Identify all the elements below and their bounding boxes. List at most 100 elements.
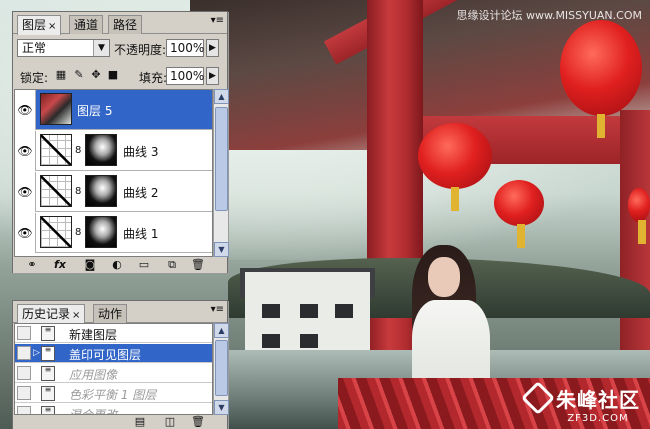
window — [262, 334, 280, 348]
tab-layers[interactable]: 图层 × — [17, 15, 62, 35]
layer-mask-thumbnail[interactable] — [85, 175, 117, 207]
window — [262, 304, 280, 318]
tab-actions[interactable]: 动作 — [93, 304, 128, 323]
trash-icon[interactable]: 🗑 — [191, 258, 205, 271]
chain-link-icon[interactable]: 8 — [75, 145, 81, 156]
opacity-input[interactable]: 100% — [166, 39, 204, 57]
snapshot-icon[interactable]: ◫ — [163, 415, 177, 428]
curves-adjustment-icon — [40, 134, 72, 166]
history-step-icon: ≡ — [41, 366, 55, 381]
lantern — [628, 188, 650, 244]
history-item-selected[interactable]: ▷ ≡ 盖印可见图层 — [15, 344, 212, 363]
close-icon[interactable]: × — [48, 21, 56, 32]
eye-icon[interactable]: 👁 — [15, 131, 36, 171]
lock-transparency-icon[interactable]: ▦ — [55, 69, 67, 81]
scroll-thumb[interactable] — [215, 340, 228, 396]
tab-label: 动作 — [98, 307, 123, 321]
layer-row-curves3[interactable]: 👁 8 曲线 3 — [15, 131, 212, 171]
snapshot-source-checkbox[interactable] — [17, 406, 31, 414]
history-footer: ▤ ◫ 🗑 — [13, 415, 227, 429]
watermark-top: 思缘设计论坛 www.MISSYUAN.COM — [456, 9, 642, 22]
fx-icon[interactable]: fx — [53, 258, 67, 271]
scroll-down-icon[interactable]: ▼ — [214, 400, 229, 415]
trash-icon[interactable]: 🗑 — [191, 415, 205, 428]
fill-input[interactable]: 100% — [166, 67, 204, 85]
blend-mode-select[interactable]: 正常 ▼ — [17, 39, 110, 57]
layer-name: 曲线 3 — [123, 145, 159, 159]
history-step-icon: ≡ — [41, 326, 55, 341]
layers-scrollbar[interactable]: ▲ ▼ — [213, 89, 229, 257]
blend-mode-value: 正常 — [22, 41, 47, 55]
snapshot-source-checkbox[interactable] — [17, 366, 31, 380]
fill-slider-toggle[interactable]: ▶ — [206, 67, 219, 85]
window — [300, 334, 318, 348]
scroll-up-icon[interactable]: ▲ — [214, 89, 229, 104]
layers-list: 👁 图层 5 👁 8 曲线 3 👁 8 曲线 2 👁 8 曲线 1 — [14, 89, 213, 257]
curves-adjustment-icon — [40, 216, 72, 248]
tab-paths[interactable]: 路径 — [108, 15, 143, 34]
panel-menu-icon[interactable]: ▾≡ — [211, 304, 224, 315]
eye-icon[interactable]: 👁 — [15, 90, 36, 130]
lantern — [418, 123, 492, 211]
layer-row-curves2[interactable]: 👁 8 曲线 2 — [15, 172, 212, 212]
opacity-slider-toggle[interactable]: ▶ — [206, 39, 219, 57]
new-document-icon[interactable]: ▤ — [133, 415, 147, 428]
chain-link-icon[interactable]: 8 — [75, 227, 81, 238]
close-icon[interactable]: × — [72, 310, 80, 321]
tab-label: 路径 — [113, 18, 138, 32]
lock-pixels-icon[interactable]: ✎ — [73, 69, 85, 81]
panel-menu-icon[interactable]: ▾≡ — [211, 15, 224, 26]
model-face — [428, 257, 460, 297]
new-group-icon[interactable]: ▭ — [137, 258, 151, 271]
tab-label: 通道 — [74, 18, 99, 32]
scroll-thumb[interactable] — [215, 107, 228, 211]
chain-link-icon[interactable]: 8 — [75, 186, 81, 197]
history-label: 新建图层 — [69, 328, 118, 342]
layer-name: 曲线 2 — [123, 186, 159, 200]
tab-label: 图层 — [22, 18, 47, 32]
layer-row-curves1[interactable]: 👁 8 曲线 1 — [15, 213, 212, 253]
tab-channels[interactable]: 通道 — [69, 15, 104, 34]
history-step-icon: ≡ — [41, 406, 55, 414]
layers-footer: ⚭ fx ◙ ◐ ▭ ⧉ 🗑 — [13, 257, 227, 273]
layer-name: 图层 5 — [77, 104, 113, 118]
link-layers-icon[interactable]: ⚭ — [25, 258, 39, 271]
history-item[interactable]: ≡ 新建图层 — [15, 324, 212, 343]
lantern — [494, 180, 544, 248]
scroll-up-icon[interactable]: ▲ — [214, 323, 229, 338]
lantern — [560, 20, 642, 138]
eye-icon[interactable]: 👁 — [15, 213, 36, 253]
eye-icon[interactable]: 👁 — [15, 172, 36, 212]
layer-mask-thumbnail[interactable] — [85, 134, 117, 166]
history-panel: 历史记录 × 动作 ▾≡ ≡ 新建图层 ▷ ≡ 盖印可见图层 ≡ 应用图像 ≡ 色… — [12, 300, 229, 429]
lock-label: 锁定: — [20, 71, 49, 85]
chevron-down-icon: ▼ — [93, 40, 109, 56]
tab-history[interactable]: 历史记录 × — [17, 304, 86, 324]
lock-position-icon[interactable]: ✥ — [90, 69, 102, 81]
lock-all-icon[interactable]: ■ — [107, 69, 119, 81]
history-scrollbar[interactable]: ▲ ▼ — [213, 323, 229, 415]
history-label: 盖印可见图层 — [69, 348, 142, 362]
history-label: 混合更改 — [69, 408, 118, 415]
adjustment-layer-icon[interactable]: ◐ — [110, 258, 124, 271]
layer-mask-thumbnail[interactable] — [85, 216, 117, 248]
history-item[interactable]: ≡ 混合更改 — [15, 404, 212, 415]
history-step-icon: ≡ — [41, 386, 55, 401]
tab-label: 历史记录 — [22, 307, 71, 321]
history-item[interactable]: ≡ 应用图像 — [15, 364, 212, 383]
new-layer-icon[interactable]: ⧉ — [165, 258, 179, 271]
history-item[interactable]: ≡ 色彩平衡 1 图层 — [15, 384, 212, 403]
layer-thumbnail — [40, 93, 72, 125]
layer-row-layer5[interactable]: 👁 图层 5 — [15, 90, 212, 130]
scroll-down-icon[interactable]: ▼ — [214, 242, 229, 257]
add-mask-icon[interactable]: ◙ — [83, 258, 97, 271]
snapshot-source-checkbox[interactable] — [17, 346, 31, 360]
snapshot-source-checkbox[interactable] — [17, 386, 31, 400]
watermark-brand-en: ZF3D.COM — [567, 413, 629, 424]
history-step-icon: ≡ — [41, 346, 55, 361]
watermark-brand-cn: 朱峰社区 — [556, 388, 640, 412]
window — [300, 304, 318, 318]
snapshot-source-checkbox[interactable] — [17, 326, 31, 340]
history-list: ≡ 新建图层 ▷ ≡ 盖印可见图层 ≡ 应用图像 ≡ 色彩平衡 1 图层 ≡ 混… — [14, 323, 213, 415]
fill-label: 填充: — [139, 71, 168, 85]
